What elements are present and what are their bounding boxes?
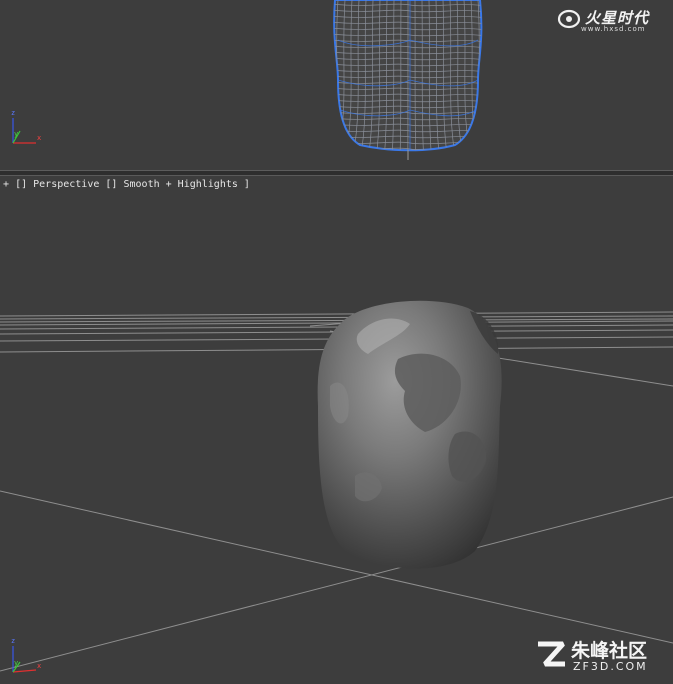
viewport-shading-label[interactable]: Smooth + Highlights: [123, 179, 237, 190]
zf3d-brand-text: 朱峰社区: [571, 640, 648, 662]
zf3d-watermark: 朱峰社区 ZF3D.COM: [535, 636, 665, 676]
viewport-pov-bracket[interactable]: []: [15, 179, 27, 190]
svg-text:x: x: [37, 134, 41, 142]
hxsd-url-text: www.hxsd.com: [581, 25, 646, 33]
perspective-scene: z y x: [0, 300, 673, 673]
hxsd-watermark: 火星时代 www.hxsd.com: [557, 5, 667, 35]
axis-gizmo-perspective: z y x: [11, 637, 41, 673]
sculpted-blob: [317, 300, 502, 569]
zf3d-url-text: ZF3D.COM: [573, 660, 648, 673]
viewport-label-close: ]: [243, 179, 250, 190]
viewport-shading-bracket[interactable]: []: [105, 179, 117, 190]
svg-text:x: x: [37, 662, 41, 670]
zf3d-logo-icon: [538, 641, 565, 667]
viewport-label: + [] Perspective [] Smooth + Highlights …: [3, 179, 250, 190]
svg-text:z: z: [11, 637, 15, 645]
viewport-pov-label[interactable]: Perspective: [33, 179, 99, 190]
top-viewport[interactable]: z y x 火星时代 www.hxsd.com: [0, 0, 673, 170]
svg-text:z: z: [11, 109, 15, 117]
viewport-plus-menu[interactable]: +: [3, 179, 9, 190]
svg-text:y: y: [14, 659, 18, 667]
axis-gizmo-top: z y x: [11, 109, 41, 144]
perspective-viewport[interactable]: z y x + [] Perspective [] Smooth + Highl…: [0, 176, 673, 684]
svg-text:y: y: [14, 130, 18, 138]
